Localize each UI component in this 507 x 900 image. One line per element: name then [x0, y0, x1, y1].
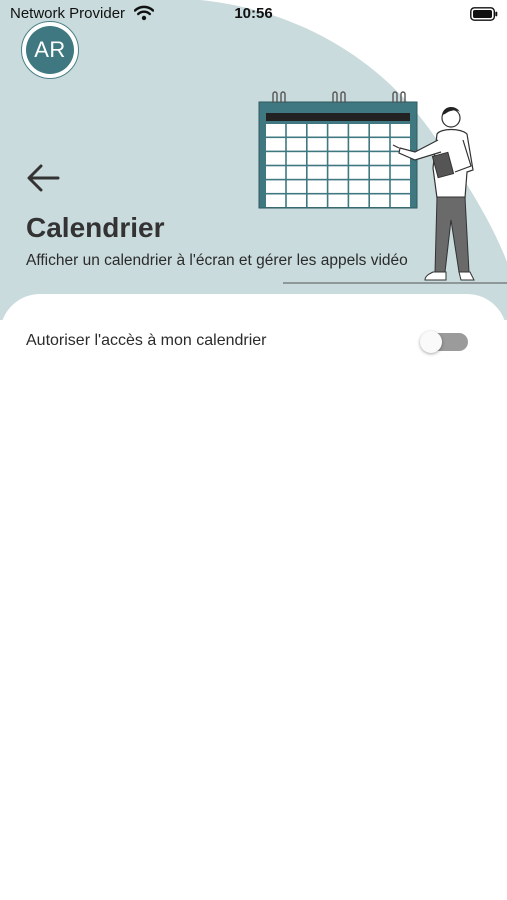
calendar-cell: [286, 180, 306, 193]
back-button[interactable]: [24, 160, 66, 196]
calendar-cell: [266, 194, 286, 207]
calendar-cell: [286, 194, 306, 207]
calendar-cell: [349, 166, 369, 179]
avatar[interactable]: AR: [21, 21, 79, 79]
calendar-cell: [390, 166, 410, 179]
calendar-cell: [328, 194, 348, 207]
calendar-cell: [370, 194, 390, 207]
calendar-cell: [328, 180, 348, 193]
status-bar: Network Provider 10:56: [0, 0, 507, 28]
calendar-cell: [370, 166, 390, 179]
calendar-cell: [307, 138, 327, 151]
calendar-cell: [286, 152, 306, 165]
calendar-cell: [390, 124, 410, 137]
content-card: [0, 294, 507, 900]
calendar-cell: [307, 124, 327, 137]
toggle-knob: [420, 331, 442, 353]
calendar-cell: [266, 152, 286, 165]
setting-label: Autoriser l'accès à mon calendrier: [26, 332, 267, 349]
calendar-cell: [266, 180, 286, 193]
avatar-initials: AR: [26, 26, 74, 74]
calendar-cell: [349, 138, 369, 151]
calendar-cell: [370, 124, 390, 137]
calendar-cell: [370, 138, 390, 151]
calendar-cell: [307, 194, 327, 207]
setting-row-calendar-access[interactable]: Autoriser l'accès à mon calendrier: [0, 316, 507, 366]
calendar-cell: [349, 180, 369, 193]
battery-icon: [470, 7, 498, 21]
calendar-cell: [349, 152, 369, 165]
calendar-cell: [328, 124, 348, 137]
calendar-cell: [328, 138, 348, 151]
calendar-cell: [286, 138, 306, 151]
calendar-cell: [370, 152, 390, 165]
calendar-cell: [266, 166, 286, 179]
clock-time: 10:56: [234, 5, 273, 22]
calendar-cell: [349, 124, 369, 137]
calendar-access-toggle[interactable]: [420, 331, 468, 353]
calendar-cell: [328, 166, 348, 179]
calendar-cell: [390, 180, 410, 193]
calendar-cell: [266, 124, 286, 137]
calendar-cell: [307, 152, 327, 165]
calendar-cell: [266, 138, 286, 151]
calendar-cell: [286, 166, 306, 179]
calendar-cell: [390, 194, 410, 207]
calendar-cell: [370, 180, 390, 193]
calendar-cell: [307, 180, 327, 193]
calendar-cell: [307, 166, 327, 179]
calendar-presenter-illustration: [258, 91, 507, 284]
page-title: Calendrier: [26, 212, 165, 243]
calendar-cell: [286, 124, 306, 137]
calendar-cell: [349, 194, 369, 207]
arrow-left-icon: [27, 164, 60, 192]
calendar-cell: [328, 152, 348, 165]
